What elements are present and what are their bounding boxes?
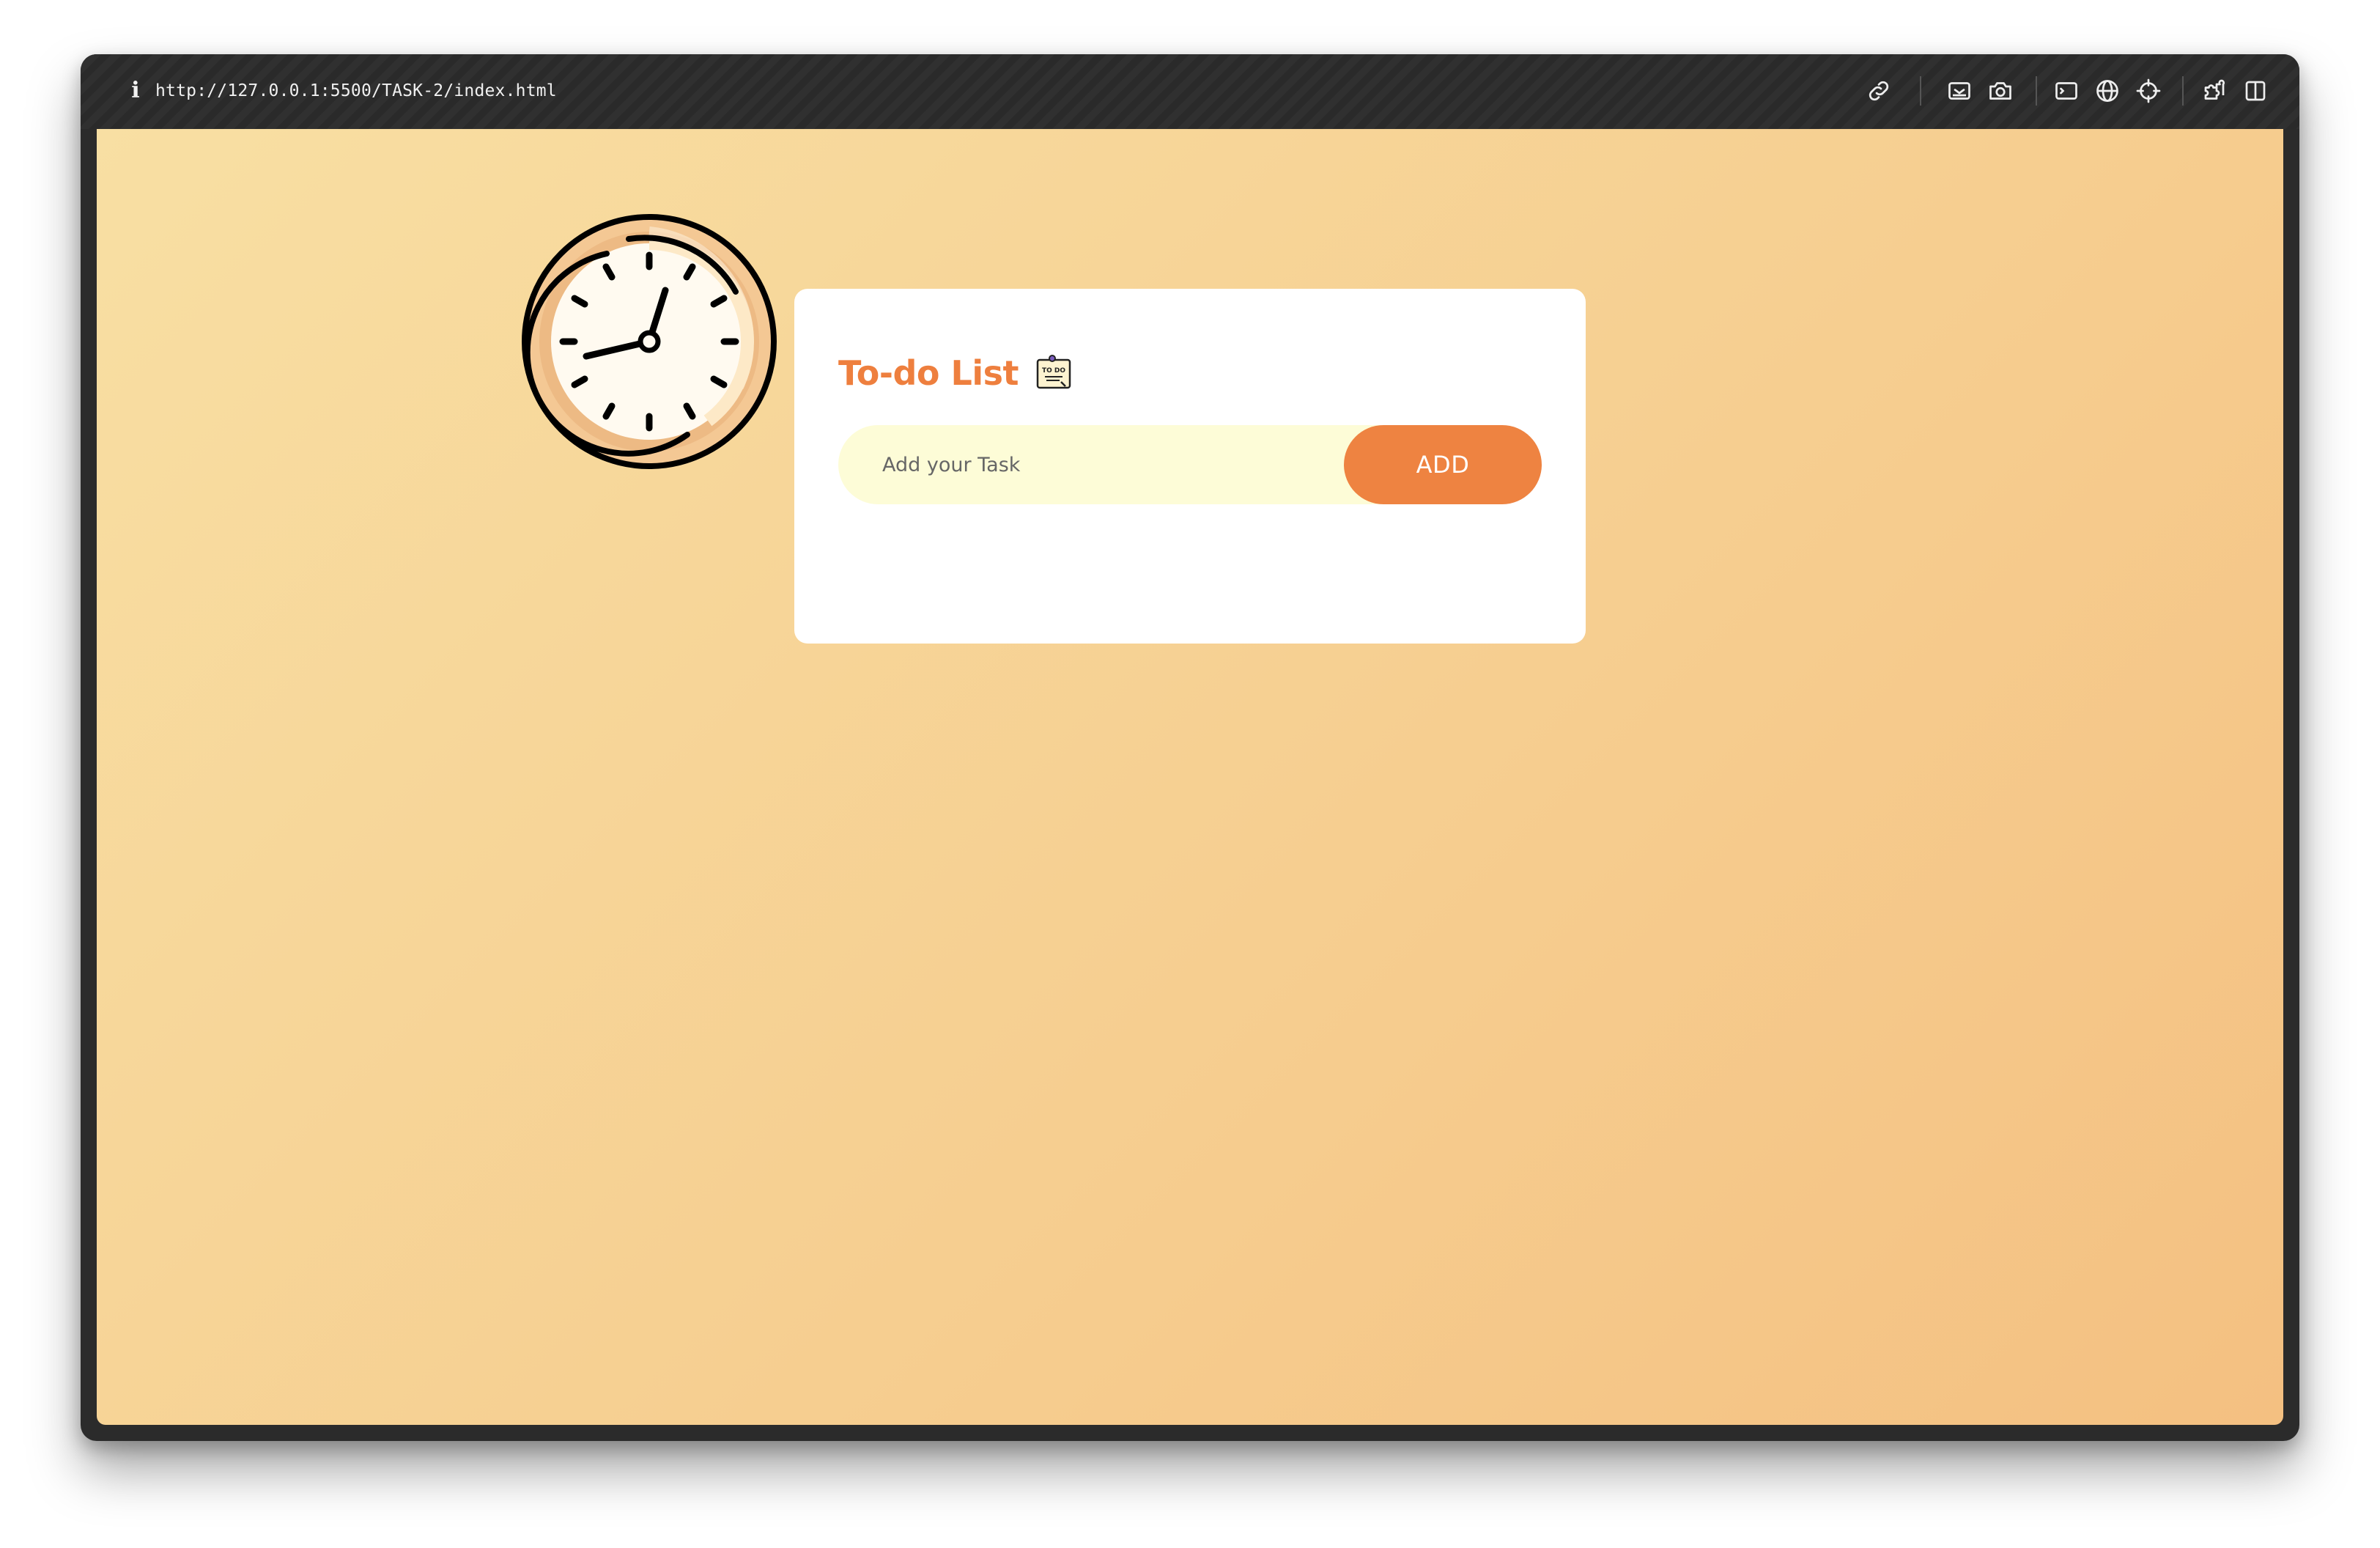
info-icon[interactable]: i [125,76,147,106]
browser-toolbar: i http://127.0.0.1:5500/TASK-2/index.htm… [81,54,2299,129]
address-bar-url[interactable]: http://127.0.0.1:5500/TASK-2/index.html [155,76,557,106]
card-header: To-do List TO DO [838,347,1074,399]
crosshair-icon[interactable] [2135,78,2162,104]
task-input[interactable] [838,425,1395,504]
camera-icon[interactable] [1987,78,2014,104]
todo-note-icon: TO DO [1033,353,1074,394]
clock-icon [519,211,780,472]
screenshot-icon[interactable] [1946,78,1973,104]
sidebar-icon[interactable] [2242,78,2269,104]
todo-card: To-do List TO DO ADD [794,289,1586,644]
terminal-icon[interactable] [2053,78,2080,104]
add-task-button[interactable]: ADD [1344,425,1542,504]
task-input-row: ADD [838,425,1542,504]
toolbar-divider [2036,76,2037,106]
toolbar-divider [2182,76,2184,106]
page-viewport: To-do List TO DO ADD [97,129,2283,1425]
globe-icon[interactable] [2094,78,2121,104]
link-icon[interactable] [1866,78,1892,104]
task-list [838,523,1542,619]
page-title: To-do List [838,353,1019,393]
extensions-icon[interactable] [2201,78,2228,104]
toolbar-divider [1920,76,1921,106]
svg-text:TO DO: TO DO [1042,367,1065,375]
browser-window: i http://127.0.0.1:5500/TASK-2/index.htm… [81,54,2299,1441]
